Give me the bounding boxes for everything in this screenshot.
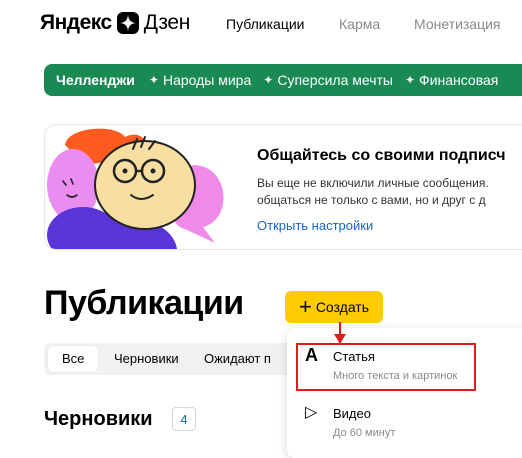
sparkle-icon: ✦: [148, 73, 159, 87]
messages-promo-banner: Общайтесь со своими подписч Вы еще не вк…: [44, 124, 522, 250]
create-button[interactable]: + Создать: [285, 291, 383, 323]
banner-text-line: Вы еще не включили личные сообщения.: [257, 176, 489, 190]
play-icon: ▷: [305, 404, 318, 421]
yandex-zen-logo[interactable]: Яндекс Дзен: [40, 10, 190, 36]
challenges-strip: Челленджи ✦ Народы мира ✦ Суперсила мечт…: [44, 64, 522, 96]
chat-character-illustration: [47, 128, 224, 249]
plus-icon: +: [298, 294, 312, 319]
challenge-item[interactable]: ✦ Народы мира: [149, 72, 251, 88]
create-button-label: Создать: [315, 299, 370, 315]
drafts-count-badge: 4: [172, 407, 196, 431]
top-header: Яндекс Дзен Публикации Карма Монетизация: [0, 0, 522, 50]
logo-zen-text: Дзен: [143, 11, 191, 34]
banner-text-line: общаться не только с вами, но и друг с д: [257, 193, 486, 207]
menu-item-label: Видео: [333, 406, 371, 421]
banner-title: Общайтесь со своими подписч: [257, 147, 506, 164]
challenge-label: Народы мира: [162, 72, 252, 88]
open-settings-link[interactable]: Открыть настройки: [257, 218, 373, 233]
logo-yandex-text: Яндекс: [40, 11, 112, 34]
banner-description: Вы еще не включили личные сообщения. общ…: [257, 175, 489, 209]
zen-star-icon: [116, 12, 139, 34]
tab-all[interactable]: Все: [62, 351, 84, 366]
highlight-annotation: [296, 343, 476, 391]
challenge-label: Суперсила мечты: [277, 72, 393, 88]
red-arrow-annotation: [334, 322, 346, 344]
challenge-label: Финансовая: [419, 72, 499, 88]
tab-drafts[interactable]: Черновики: [114, 351, 179, 366]
menu-item-video[interactable]: ▷ Видео До 60 минут: [287, 402, 522, 452]
nav-karma[interactable]: Карма: [339, 16, 380, 32]
challenges-title[interactable]: Челленджи: [56, 72, 135, 88]
page-title: Публикации: [44, 284, 244, 322]
sparkle-icon: ✦: [404, 73, 416, 87]
nav-publications[interactable]: Публикации: [226, 16, 304, 32]
menu-item-description: До 60 минут: [333, 427, 396, 439]
drafts-section-title: Черновики: [44, 408, 153, 430]
challenge-item[interactable]: ✦ Финансовая: [405, 72, 498, 88]
tab-waiting[interactable]: Ожидают п: [204, 351, 271, 366]
nav-monetization[interactable]: Монетизация: [414, 16, 501, 32]
sparkle-icon: ✦: [263, 73, 274, 87]
publication-tabs: Все Черновики Ожидают п: [44, 343, 294, 375]
challenge-item[interactable]: ✦ Суперсила мечты: [263, 72, 393, 88]
